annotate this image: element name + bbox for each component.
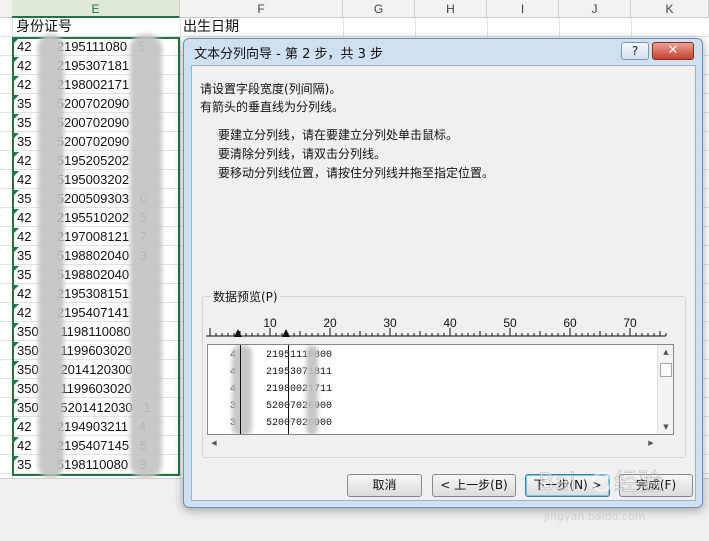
vertical-scrollbar[interactable]: ▲ ▼: [657, 345, 673, 434]
ruler-label: 40: [443, 316, 457, 330]
privacy-blur-mask: [306, 345, 318, 434]
column-header-g[interactable]: G: [343, 0, 415, 18]
baidu-jingyan-watermark: Bai 经验 jingyan.baidu.com: [538, 468, 663, 523]
data-preview-label: 数据预览(P): [211, 288, 280, 305]
horizontal-scrollbar[interactable]: ◀ ▶: [207, 435, 658, 451]
svg-text:经验: 经验: [614, 468, 662, 496]
svg-text:Bai: Bai: [538, 468, 576, 496]
help-button[interactable]: ?: [621, 42, 649, 60]
column-ruler[interactable]: 10 20 30 40 50 60 70: [206, 314, 672, 338]
column-header-h[interactable]: H: [415, 0, 487, 18]
column-header-bar: E F G H I J K: [0, 0, 709, 18]
watermark-url: jingyan.baidu.com: [543, 510, 646, 523]
instruction-line: 要清除分列线，请双击分列线。: [218, 147, 387, 161]
privacy-blur-mask: [130, 34, 162, 478]
baidu-logo: Bai 经验: [538, 468, 663, 497]
column-header-k[interactable]: K: [631, 0, 709, 18]
cancel-button[interactable]: 取消: [347, 474, 422, 497]
scroll-up-icon[interactable]: ▲: [658, 345, 673, 359]
column-header-f[interactable]: F: [180, 0, 343, 18]
column-header-j[interactable]: J: [559, 0, 631, 18]
ruler-label: 60: [563, 316, 577, 330]
data-preview-box[interactable]: 4 21951110800 4 21953071811 4 2198002171…: [207, 344, 674, 435]
instruction-line: 要移动分列线位置，请按住分列线并拖至指定位置。: [218, 166, 495, 180]
ruler-label: 70: [623, 316, 637, 330]
break-line-arrow: [234, 329, 242, 337]
ruler-label: 50: [503, 316, 517, 330]
scroll-right-icon[interactable]: ▶: [644, 435, 658, 451]
close-button[interactable]: ✕: [652, 42, 694, 60]
back-button[interactable]: < 上一步(B): [432, 474, 516, 497]
dialog-body: 请设置字段宽度(列间隔)。 有箭头的垂直线为分列线。 要建立分列线，请在要建立分…: [191, 65, 696, 501]
privacy-blur-mask: [232, 345, 252, 434]
scroll-down-icon[interactable]: ▼: [658, 420, 673, 434]
column-header-e[interactable]: E: [12, 0, 180, 18]
instruction-line: 要建立分列线，请在要建立分列处单击鼠标。: [218, 128, 459, 142]
ruler-label: 10: [263, 316, 277, 330]
column-break-line[interactable]: [240, 345, 241, 434]
column-break-line[interactable]: [288, 345, 289, 434]
dialog-title: 文本分列向导 - 第 2 步，共 3 步: [194, 47, 384, 62]
intro-line: 有箭头的垂直线为分列线。: [200, 100, 345, 114]
ruler-label: 20: [323, 316, 337, 330]
intro-line: 请设置字段宽度(列间隔)。: [200, 82, 342, 96]
break-line-arrow: [282, 329, 290, 337]
dialog-titlebar[interactable]: 文本分列向导 - 第 2 步，共 3 步 ? ✕: [184, 39, 702, 63]
scroll-left-icon[interactable]: ◀: [207, 435, 221, 451]
ruler-labels: 10 20 30 40 50 60 70: [263, 316, 637, 330]
ruler-label: 30: [383, 316, 397, 330]
text-to-columns-wizard: 文本分列向导 - 第 2 步，共 3 步 ? ✕ 请设置字段宽度(列间隔)。 有…: [183, 38, 703, 508]
scroll-thumb[interactable]: [660, 363, 672, 377]
header-cell-birth-date[interactable]: 出生日期: [183, 18, 333, 37]
column-header-i[interactable]: I: [487, 0, 559, 18]
privacy-blur-mask: [38, 34, 64, 478]
